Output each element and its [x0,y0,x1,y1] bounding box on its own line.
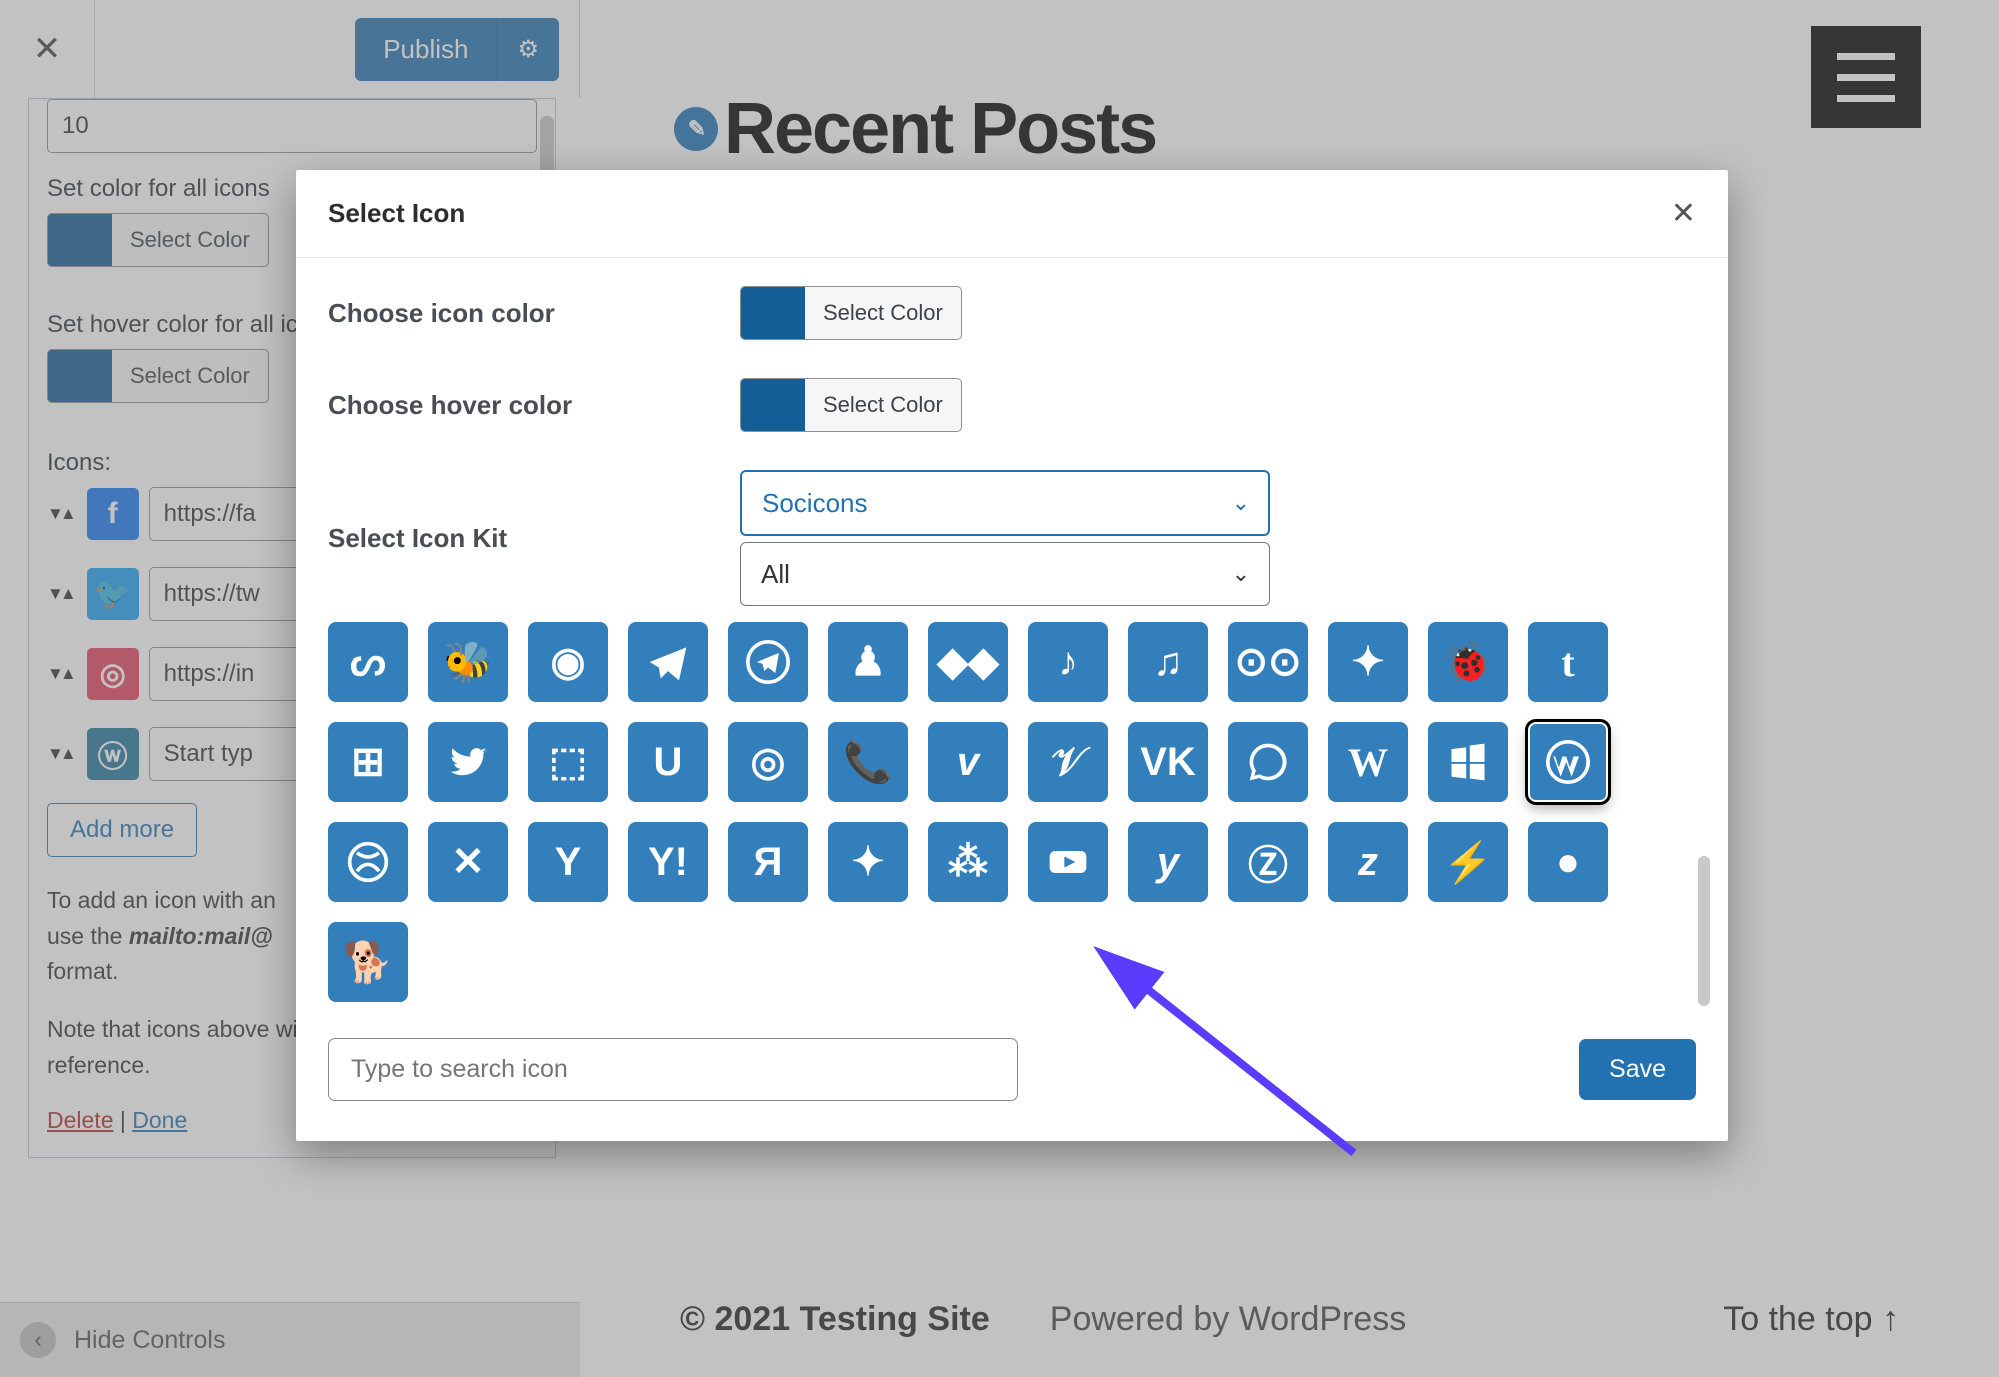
modal-title: Select Icon [328,198,465,229]
icon-tile-upwork[interactable]: U [628,722,708,802]
icon-tile-yandex[interactable]: Я [728,822,808,902]
icon-tile-wikipedia[interactable]: W [1328,722,1408,802]
icon-tile-youtube[interactable] [1028,822,1108,902]
select-color-label: Select Color [805,300,961,326]
icon-grid: ᔕ🐝◉♟◆◆♪♫⊙⊙✦🐞t⊞⬚U◎📞v𝒱VKW✕YY!Я✦⁂yⓏz⚡●🐕 [328,622,1696,1002]
icon-tile-sparkle[interactable]: ✦ [1328,622,1408,702]
icon-color-button[interactable]: Select Color [740,286,962,340]
icon-tile-tiktok-alt[interactable]: ♫ [1128,622,1208,702]
icon-tile-imessage[interactable]: ◉ [528,622,608,702]
choose-icon-color-label: Choose icon color [328,298,740,329]
select-icon-modal: Select Icon ✕ Choose icon color Select C… [296,170,1728,1141]
color-swatch [741,287,805,339]
icon-tile-zillow[interactable]: ⚡ [1428,822,1508,902]
icon-tile-vk[interactable]: VK [1128,722,1208,802]
icon-tile-zerply[interactable]: z [1328,822,1408,902]
icon-tile-tunein[interactable]: ⊞ [328,722,408,802]
icon-tile-tripadvisor[interactable]: ⊙⊙ [1228,622,1308,702]
icon-tile-stumbleupon[interactable]: ᔕ [328,622,408,702]
icon-tile-viber[interactable]: 📞 [828,722,908,802]
modal-close-button[interactable]: ✕ [1671,196,1696,231]
icon-tile-swarm[interactable]: 🐝 [428,622,508,702]
icon-tile-tidal[interactable]: ◆◆ [928,622,1008,702]
icon-tile-whatsapp[interactable] [1228,722,1308,802]
icon-kit-select-wrap: Socicons ⌄ [740,470,1270,536]
icon-tile-telegram-circle[interactable] [728,622,808,702]
icon-tile-vine[interactable]: 𝒱 [1028,722,1108,802]
search-icon-input[interactable] [328,1038,1018,1101]
hover-color-button[interactable]: Select Color [740,378,962,432]
icon-tile-tumblr[interactable]: t [1528,622,1608,702]
save-button[interactable]: Save [1579,1039,1696,1100]
icon-tile-yahoo[interactable]: Y [528,822,608,902]
icon-tile-unsplash[interactable]: ⬚ [528,722,608,802]
icon-kit-select[interactable]: Socicons [740,470,1270,536]
icon-tile-thumb[interactable]: ♟ [828,622,908,702]
icon-tile-vimeo[interactable]: v [928,722,1008,802]
icon-tile-xing[interactable]: ✕ [428,822,508,902]
icon-tile-yummly[interactable]: y [1128,822,1208,902]
color-swatch [741,379,805,431]
choose-hover-color-label: Choose hover color [328,390,740,421]
select-icon-kit-label: Select Icon Kit [328,523,740,554]
icon-tile-zazzle[interactable]: Ⓩ [1228,822,1308,902]
icon-tile-yahoo-alt[interactable]: Y! [628,822,708,902]
icon-tile-xbox[interactable] [328,822,408,902]
icon-tile-bug[interactable]: 🐞 [1428,622,1508,702]
icon-tile-windows[interactable] [1428,722,1508,802]
icon-tile-target[interactable]: ◎ [728,722,808,802]
icon-tile-zomato[interactable]: ● [1528,822,1608,902]
icon-tile-yelp[interactable]: ⁂ [928,822,1008,902]
select-color-label: Select Color [805,392,961,418]
icon-tile-telegram[interactable] [628,622,708,702]
icon-tile-wordpress[interactable] [1528,722,1608,802]
icon-grid-scrollbar[interactable] [1698,856,1710,1006]
icon-kit-filter-select[interactable]: All [740,542,1270,606]
icon-tile-zynga[interactable]: 🐕 [328,922,408,1002]
icon-tile-sparkle-alt[interactable]: ✦ [828,822,908,902]
icon-tile-tiktok[interactable]: ♪ [1028,622,1108,702]
icon-kit-filter-wrap: All ⌄ [740,542,1270,606]
icon-tile-twitter[interactable] [428,722,508,802]
